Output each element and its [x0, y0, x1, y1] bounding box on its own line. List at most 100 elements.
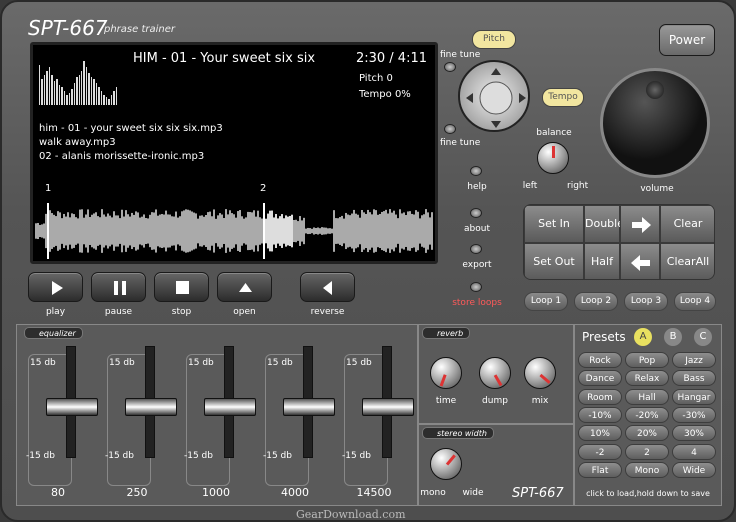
direction-pad[interactable] [458, 60, 530, 132]
spectrum-bar [53, 81, 56, 105]
preset-button[interactable]: Flat [578, 461, 622, 478]
open-button[interactable] [217, 272, 272, 302]
spectrum-bar [43, 75, 46, 105]
stop-button[interactable] [154, 272, 209, 302]
waveform-sample [385, 209, 387, 253]
preset-button[interactable]: Wide [672, 461, 716, 478]
waveform-sample [59, 212, 61, 250]
preset-button[interactable]: 20% [625, 425, 669, 442]
preset-button[interactable]: Rock [578, 352, 622, 368]
eq-slider-thumb[interactable] [46, 398, 98, 416]
play-button[interactable] [28, 272, 83, 302]
preset-button[interactable]: -30% [672, 406, 716, 423]
set-in-button[interactable]: Set In [524, 205, 584, 243]
playlist-item[interactable]: him - 01 - your sweet six six six.mp3 [39, 123, 223, 134]
eq-band-label: 4000 [281, 486, 309, 499]
clear-button[interactable]: Clear [660, 205, 714, 243]
preset-button[interactable]: Jazz [672, 352, 716, 368]
presets-hint: click to load,hold down to save [586, 489, 710, 498]
eq-slider-thumb[interactable] [125, 398, 177, 416]
fine-tune-up-led[interactable] [444, 62, 456, 72]
reverse-button[interactable] [300, 272, 355, 302]
reverb-dump-knob[interactable] [479, 357, 511, 389]
next-loop-button[interactable] [620, 205, 660, 243]
waveform-sample [69, 217, 71, 245]
waveform-sample [395, 214, 397, 248]
pitch-button[interactable]: Pitch [472, 30, 516, 49]
waveform-sample [73, 214, 75, 248]
preset-button[interactable]: -2 [578, 443, 622, 460]
open-label: open [233, 307, 256, 317]
export-led[interactable] [470, 244, 482, 254]
equalizer-title: equalizer [24, 327, 83, 339]
waveform-sample [387, 213, 389, 249]
waveform-sample [417, 211, 419, 251]
loop-3-button[interactable]: Loop 3 [624, 292, 668, 311]
preset-button[interactable]: Relax [625, 370, 669, 387]
loop-1-button[interactable]: Loop 1 [524, 292, 568, 311]
eq-slider-thumb[interactable] [204, 398, 256, 416]
preset-button[interactable]: -20% [625, 406, 669, 423]
waveform-sample [63, 213, 65, 249]
spectrum-bar [90, 77, 93, 105]
volume-knob[interactable] [600, 68, 710, 178]
waveform-sample [357, 214, 359, 248]
balance-knob[interactable] [537, 142, 569, 174]
spectrum-bar [110, 95, 113, 105]
waveform-sample [153, 212, 155, 250]
fine-tune-down-led[interactable] [444, 124, 456, 134]
preset-button[interactable]: Pop [625, 352, 669, 368]
waveform-sample [83, 217, 85, 245]
preset-button[interactable]: -10% [578, 406, 622, 423]
volume-label: volume [640, 184, 674, 194]
preset-button[interactable]: Hangar [672, 388, 716, 405]
waveform-sample [293, 219, 295, 243]
pause-button[interactable] [91, 272, 146, 302]
tempo-button[interactable]: Tempo [542, 88, 584, 107]
reverb-mix-knob[interactable] [524, 357, 556, 389]
waveform-sample [373, 209, 375, 253]
loop-2-button[interactable]: Loop 2 [574, 292, 618, 311]
previous-loop-button[interactable] [620, 243, 660, 279]
reverb-time-knob[interactable] [430, 357, 462, 389]
preset-button[interactable]: 4 [672, 443, 716, 460]
preset-button[interactable]: 2 [625, 443, 669, 460]
spectrum-bar [113, 91, 115, 105]
loop-marker-line [47, 203, 49, 259]
waveform-sample [189, 210, 191, 252]
clear-all-button[interactable]: ClearAll [660, 243, 714, 279]
preset-button[interactable]: Dance [578, 370, 622, 387]
store-loops-led[interactable] [470, 282, 482, 292]
playlist-item[interactable]: walk away.mp3 [39, 137, 116, 148]
spectrum-bar [66, 95, 68, 105]
preset-button[interactable]: Mono [625, 461, 669, 478]
waveform-sample [371, 214, 373, 248]
eq-bottom-label: -15 db [263, 451, 292, 461]
waveform-sample [79, 209, 81, 253]
waveform-sample [359, 217, 361, 245]
preset-bank-b[interactable]: B [664, 328, 682, 346]
help-led[interactable] [470, 166, 482, 176]
preset-button[interactable]: Bass [672, 370, 716, 387]
stereo-width-knob[interactable] [430, 448, 462, 480]
preset-bank-c[interactable]: C [694, 328, 712, 346]
preset-bank-a[interactable]: A [634, 328, 652, 346]
preset-button[interactable]: 30% [672, 425, 716, 442]
waveform[interactable] [35, 203, 433, 259]
about-led[interactable] [470, 208, 482, 218]
power-button[interactable]: Power [659, 24, 715, 56]
store-loops-label: store loops [452, 298, 502, 308]
preset-button[interactable]: 10% [578, 425, 622, 442]
double-button[interactable]: Double [584, 205, 624, 243]
eq-slider-thumb[interactable] [362, 398, 414, 416]
eq-bottom-label: -15 db [342, 451, 371, 461]
loop-4-button[interactable]: Loop 4 [674, 292, 716, 311]
eq-slider-thumb[interactable] [283, 398, 335, 416]
half-button[interactable]: Half [584, 243, 620, 279]
waveform-sample [205, 215, 207, 247]
preset-button[interactable]: Hall [625, 388, 669, 405]
preset-button[interactable]: Room [578, 388, 622, 405]
waveform-sample [415, 210, 417, 252]
set-out-button[interactable]: Set Out [524, 243, 584, 279]
playlist-item[interactable]: 02 - alanis morissette-ironic.mp3 [39, 151, 204, 162]
